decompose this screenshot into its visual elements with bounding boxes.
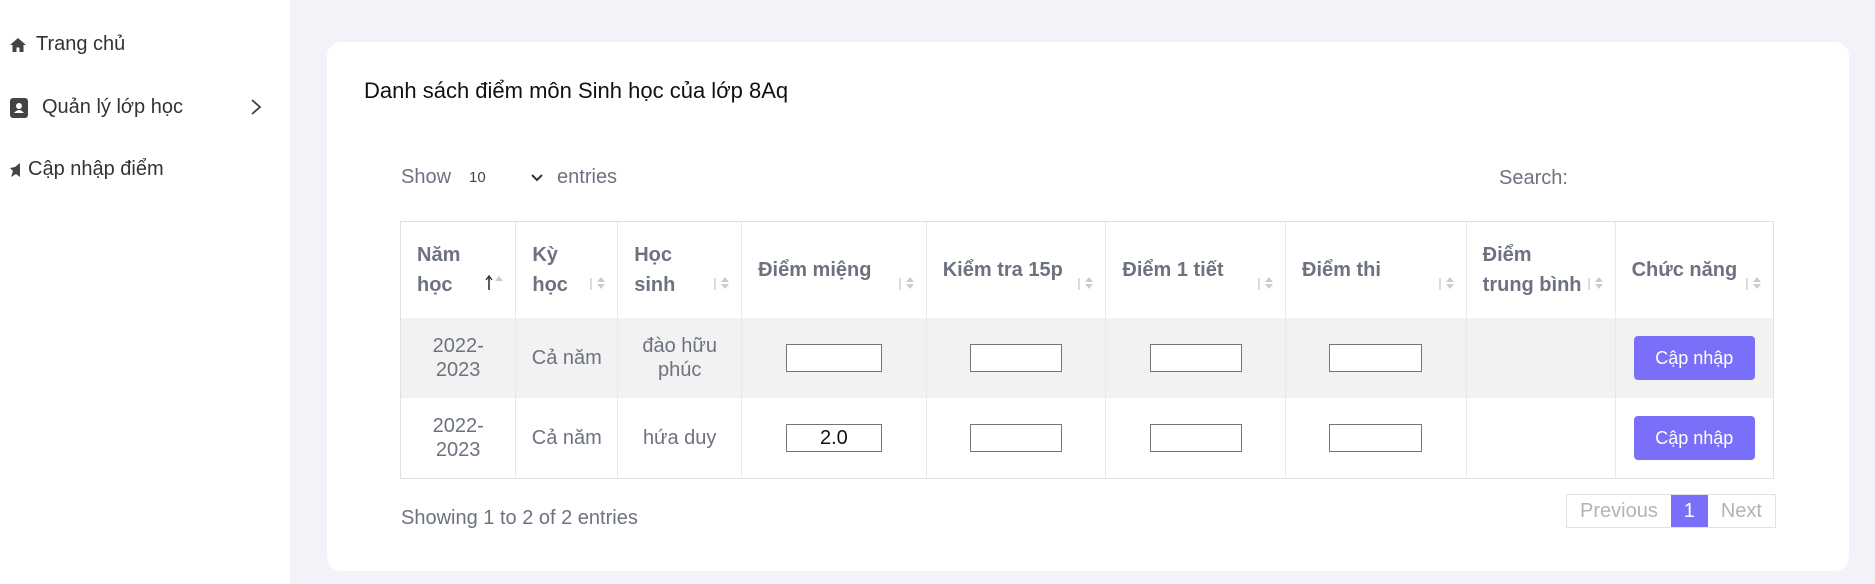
contact-book-icon <box>10 97 28 118</box>
entries-select-value: 10 <box>469 168 486 186</box>
table-info: Showing 1 to 2 of 2 entries <box>401 507 638 529</box>
chevron-right-icon[interactable] <box>250 98 262 121</box>
column-header-test45[interactable]: Điểm 1 tiết <box>1105 222 1287 318</box>
sort-icon <box>1585 270 1605 300</box>
update-button[interactable]: Cập nhập <box>1633 416 1755 460</box>
sidebar-item-update-score[interactable]: Cập nhập điểm <box>10 158 164 181</box>
column-header-year[interactable]: Năm học <box>401 222 517 318</box>
column-header-term[interactable]: Kỳ học <box>515 222 619 318</box>
page-title: Danh sách điểm môn Sinh học của lớp 8Aq <box>364 78 789 103</box>
cell-student: hứa duy <box>617 398 743 478</box>
sort-icon <box>1743 270 1763 300</box>
cell-test45 <box>1105 318 1287 398</box>
cell-actions: Cập nhập <box>1615 398 1773 478</box>
cell-exam <box>1285 398 1467 478</box>
pagination: Previous 1 Next <box>1566 494 1776 528</box>
cell-oral <box>741 318 927 398</box>
sort-icon <box>1436 270 1456 300</box>
oral-score-input[interactable] <box>785 424 882 452</box>
column-header-oral[interactable]: Điểm miệng <box>741 222 927 318</box>
length-control: Show 10 entries <box>401 162 617 192</box>
cell-oral <box>741 398 927 478</box>
sort-icon <box>1255 270 1275 300</box>
chevron-down-icon <box>531 169 543 186</box>
table-header-row: Năm học Kỳ học Học sinh Điểm miệng Kiểm … <box>401 222 1773 318</box>
home-icon <box>10 37 26 52</box>
search-input[interactable] <box>1567 162 1772 194</box>
sidebar-item-home[interactable]: Trang chủ <box>10 33 125 56</box>
score-table: Năm học Kỳ học Học sinh Điểm miệng Kiểm … <box>400 221 1774 479</box>
column-header-student[interactable]: Học sinh <box>617 222 743 318</box>
oral-score-input[interactable] <box>785 344 882 372</box>
cell-term: Cả năm <box>515 398 619 478</box>
test15-score-input[interactable] <box>970 424 1063 452</box>
cell-test45 <box>1105 398 1287 478</box>
score-card: Danh sách điểm môn Sinh học của lớp 8Aq … <box>327 42 1849 571</box>
cell-test15 <box>926 318 1107 398</box>
cell-year: 2022-2023 <box>401 318 517 398</box>
show-label: Show <box>401 165 452 188</box>
exam-score-input[interactable] <box>1329 424 1423 452</box>
search-label: Search: <box>1499 166 1568 189</box>
sidebar-item-label: Trang chủ <box>36 33 126 55</box>
previous-button[interactable]: Previous <box>1567 495 1671 527</box>
sidebar-item-label: Cập nhập điểm <box>28 158 164 180</box>
update-button[interactable]: Cập nhập <box>1633 336 1755 380</box>
table-row: 2022-2023 Cả năm hứa duy Cập nhập <box>401 398 1773 478</box>
cell-year: 2022-2023 <box>401 398 517 478</box>
table-row: 2022-2023 Cả năm đào hữu phúc Cập nhập <box>401 318 1773 398</box>
next-button[interactable]: Next <box>1708 495 1775 527</box>
cell-average <box>1466 398 1616 478</box>
test45-score-input[interactable] <box>1149 344 1242 372</box>
column-header-exam[interactable]: Điểm thi <box>1285 222 1467 318</box>
cell-term: Cả năm <box>515 318 619 398</box>
sidebar: Trang chủ Quản lý lớp học Cập nhập điểm <box>0 0 290 584</box>
entries-select[interactable]: 10 <box>469 162 543 192</box>
sort-icon <box>896 270 916 300</box>
test45-score-input[interactable] <box>1149 424 1242 452</box>
test15-score-input[interactable] <box>970 344 1063 372</box>
sidebar-item-class-management[interactable]: Quản lý lớp học <box>10 96 183 119</box>
exam-score-input[interactable] <box>1329 344 1423 372</box>
column-header-average[interactable]: Điểm trung bình <box>1466 222 1616 318</box>
cell-average <box>1466 318 1616 398</box>
cell-test15 <box>926 398 1107 478</box>
sort-icon <box>711 270 731 300</box>
sort-icon <box>587 270 607 300</box>
search-control: Search: <box>1499 162 1772 194</box>
page-1-button[interactable]: 1 <box>1670 495 1708 527</box>
cell-exam <box>1285 318 1467 398</box>
column-header-actions[interactable]: Chức năng <box>1615 222 1773 318</box>
cell-student: đào hữu phúc <box>617 318 743 398</box>
sort-asc-icon <box>485 270 505 300</box>
star-half-icon <box>10 162 20 177</box>
sort-icon <box>1075 270 1095 300</box>
column-header-test15[interactable]: Kiểm tra 15p <box>926 222 1107 318</box>
entries-label: entries <box>557 165 618 188</box>
sidebar-item-label: Quản lý lớp học <box>42 96 183 118</box>
cell-actions: Cập nhập <box>1615 318 1773 398</box>
